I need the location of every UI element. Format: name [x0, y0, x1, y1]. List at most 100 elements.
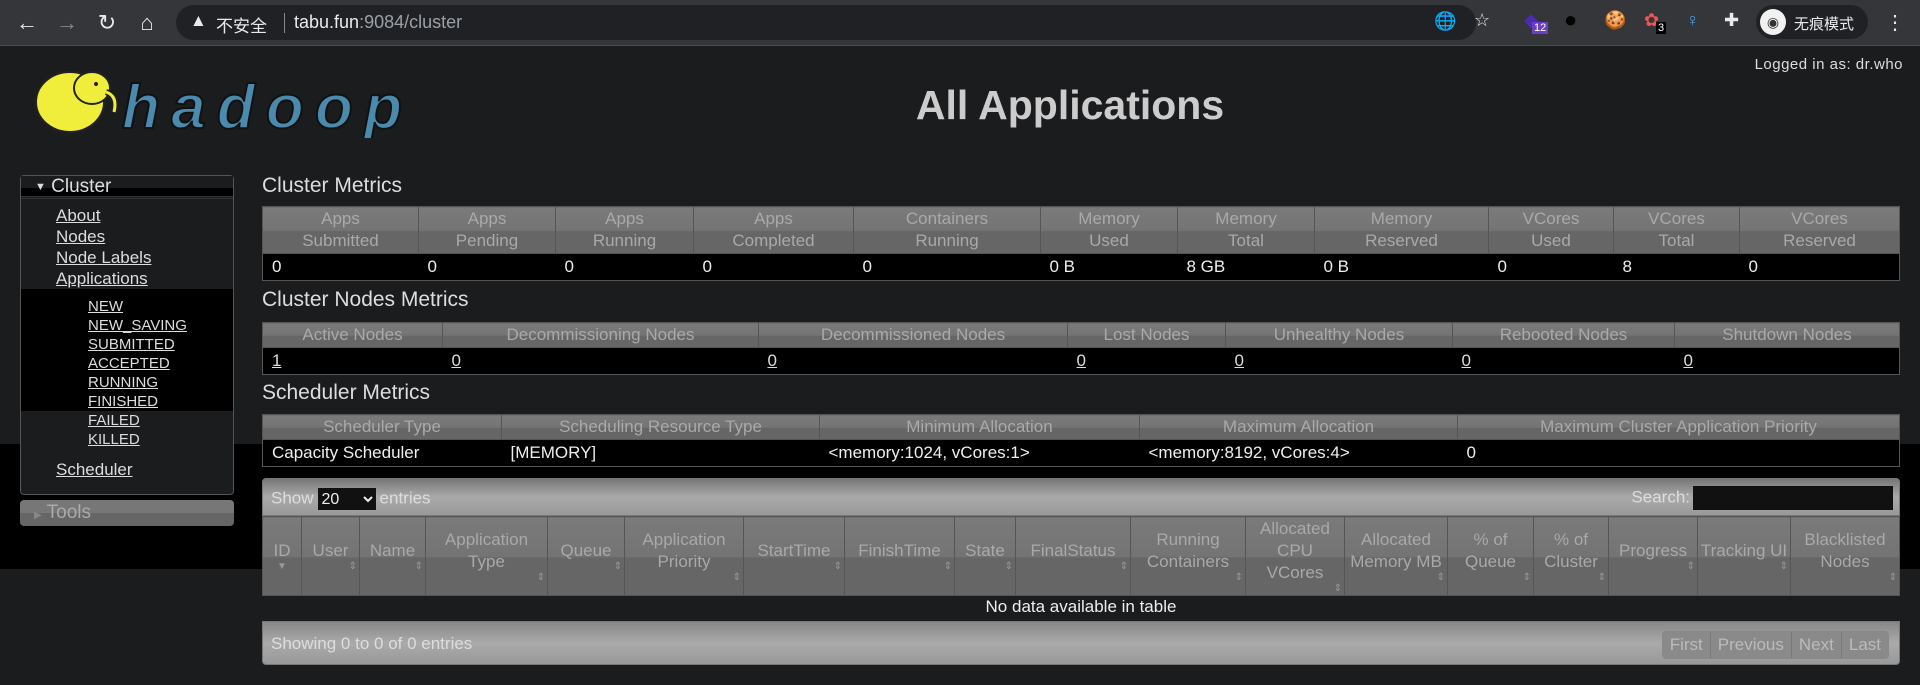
shutdown-nodes-link[interactable]: 0 [1684, 351, 1693, 370]
sort-icon: ⇕ [348, 561, 357, 572]
col-percent-of-cluster[interactable]: % of Cluster ⇕ [1533, 516, 1609, 596]
column-label: VCores [1648, 209, 1705, 228]
cookie-extension-icon[interactable]: 🍪 [1604, 10, 1626, 31]
sidebar-state-new[interactable]: NEW [21, 297, 233, 316]
sort-icon: ⇕ [1234, 572, 1243, 583]
lost-nodes-link[interactable]: 0 [1077, 351, 1086, 370]
extension-icon-2[interactable]: ✿ 3 [1644, 10, 1667, 34]
col-final-status[interactable]: FinalStatus ⇕ [1015, 516, 1131, 596]
pin-extension-icon[interactable]: ♀ [1686, 10, 1700, 31]
reload-icon[interactable]: ↻ [94, 10, 120, 36]
column-label: User [312, 541, 349, 560]
col-allocated-memory-mb[interactable]: Allocated Memory MB ⇕ [1344, 516, 1448, 596]
col-containers-running: Containers Running [853, 206, 1041, 254]
search-input[interactable] [1693, 486, 1893, 510]
sort-icon: ⇕ [414, 561, 423, 572]
sidebar-state-submitted[interactable]: SUBMITTED [21, 335, 233, 354]
previous-page-button[interactable]: Previous [1709, 632, 1791, 658]
sidebar-item-scheduler[interactable]: Scheduler [21, 459, 233, 480]
bookmark-star-icon[interactable]: ☆ [1474, 10, 1490, 31]
col-active-nodes: Active Nodes [262, 322, 443, 348]
sidebar-item-node-labels[interactable]: Node Labels [21, 247, 233, 268]
translate-icon[interactable]: 🌐 [1434, 11, 1456, 32]
sidebar-state-failed[interactable]: FAILED [21, 411, 233, 430]
col-allocated-cpu-vcores[interactable]: Allocated CPU VCores ⇕ [1245, 516, 1345, 596]
column-label: Apps [605, 209, 644, 228]
cluster-nodes-metrics-table: Active Nodes Decommissioning Nodes Decom… [262, 322, 1900, 375]
col-name[interactable]: Name ⇕ [359, 516, 426, 596]
col-user[interactable]: User ⇕ [301, 516, 360, 596]
first-page-button[interactable]: First [1662, 632, 1710, 658]
sidebar-state-running[interactable]: RUNNING [21, 373, 233, 392]
sort-icon: ⇕ [1888, 572, 1897, 583]
browser-menu-icon[interactable]: ⋮ [1885, 10, 1905, 35]
sort-icon: ⇕ [536, 572, 545, 583]
sidebar-state-new-saving[interactable]: NEW_SAVING [21, 316, 233, 335]
col-scheduling-resource-type: Scheduling Resource Type [501, 414, 820, 440]
col-state[interactable]: State ⇕ [954, 516, 1016, 596]
col-queue[interactable]: Queue ⇕ [547, 516, 625, 596]
home-icon[interactable]: ⌂ [134, 10, 160, 36]
column-label: FinishTime [858, 541, 941, 560]
column-label: Total [1228, 231, 1264, 250]
active-nodes-link[interactable]: 1 [272, 351, 281, 370]
col-start-time[interactable]: StartTime ⇕ [743, 516, 845, 596]
tools-label: Tools [46, 502, 91, 523]
forward-icon[interactable]: → [54, 10, 80, 36]
column-label: % of Cluster [1544, 530, 1598, 571]
extension-icon[interactable]: ◆ 12 [1524, 10, 1549, 34]
entries-label: entries [379, 488, 431, 508]
sidebar-state-accepted[interactable]: ACCEPTED [21, 354, 233, 373]
col-minimum-allocation: Minimum Allocation [819, 414, 1140, 440]
back-icon[interactable]: ← [14, 10, 40, 36]
sidebar-item-nodes[interactable]: Nodes [21, 226, 233, 247]
url[interactable]: tabu.fun:9084/cluster [294, 12, 462, 33]
page-size-select[interactable]: 20 [317, 488, 376, 510]
applications-table: ID ▼ User ⇕ Name ⇕ Application Type ⇕ Queue ⇕… [262, 516, 1900, 596]
col-percent-of-queue[interactable]: % of Queue ⇕ [1447, 516, 1534, 596]
address-bar[interactable]: ▲ 不安全 tabu.fun:9084/cluster 🌐 ☆ [176, 5, 1490, 40]
resource-type-value: [MEMORY] [501, 439, 820, 467]
column-label: Tracking UI [1700, 541, 1788, 560]
col-running-containers[interactable]: Running Containers ⇕ [1130, 516, 1246, 596]
decommissioned-nodes-link[interactable]: 0 [768, 351, 777, 370]
col-id[interactable]: ID ▼ [262, 516, 302, 596]
decommissioning-nodes-link[interactable]: 0 [452, 351, 461, 370]
sort-icon: ⇕ [943, 561, 952, 572]
rebooted-nodes-link[interactable]: 0 [1462, 351, 1471, 370]
empty-table-message: No data available in table [985, 597, 1177, 616]
scheduler-metrics-table: Scheduler Type Scheduling Resource Type … [262, 414, 1900, 467]
extensions-puzzle-icon[interactable]: ✚ [1724, 10, 1739, 31]
cluster-section-header[interactable]: ▼ Cluster [21, 176, 233, 199]
column-label: Running [592, 231, 657, 250]
col-tracking-ui[interactable]: Tracking UI ⇕ [1697, 516, 1791, 596]
unhealthy-nodes-link[interactable]: 0 [1235, 351, 1244, 370]
sidebar-state-finished[interactable]: FINISHED [21, 392, 233, 411]
sort-icon: ⇕ [1119, 561, 1128, 572]
sidebar-item-applications[interactable]: Applications [21, 268, 233, 289]
sort-icon: ⇕ [1686, 561, 1695, 572]
column-label: Pending [455, 231, 519, 250]
col-rebooted-nodes: Rebooted Nodes [1452, 322, 1675, 348]
column-label: Allocated CPU VCores [1260, 519, 1330, 582]
tools-section-header[interactable]: ▶ Tools [20, 500, 234, 526]
last-page-button[interactable]: Last [1840, 632, 1888, 658]
sidebar-item-about[interactable]: About [21, 205, 233, 226]
incognito-button[interactable]: ◉ 无痕模式 [1756, 5, 1868, 39]
col-memory-reserved: Memory Reserved [1314, 206, 1489, 254]
col-blacklisted-nodes[interactable]: Blacklisted Nodes ⇕ [1790, 516, 1900, 596]
col-progress[interactable]: Progress ⇕ [1608, 516, 1698, 596]
extension-badge: 12 [1532, 22, 1549, 34]
apps-pending-value: 0 [418, 253, 556, 281]
next-page-button[interactable]: Next [1790, 632, 1841, 658]
col-max-app-priority: Maximum Cluster Application Priority [1457, 414, 1900, 440]
sidebar-state-killed[interactable]: KILLED [21, 430, 233, 449]
col-application-type[interactable]: Application Type ⇕ [425, 516, 548, 596]
extension-ring-icon[interactable]: ● [1564, 7, 1577, 33]
logo-text: hadoop [122, 73, 402, 138]
maximum-allocation-value: <memory:8192, vCores:4> [1139, 439, 1458, 467]
col-finish-time[interactable]: FinishTime ⇕ [844, 516, 955, 596]
triangle-down-icon: ▼ [35, 181, 46, 193]
col-application-priority[interactable]: Application Priority ⇕ [624, 516, 744, 596]
column-label: Used [1089, 231, 1129, 250]
